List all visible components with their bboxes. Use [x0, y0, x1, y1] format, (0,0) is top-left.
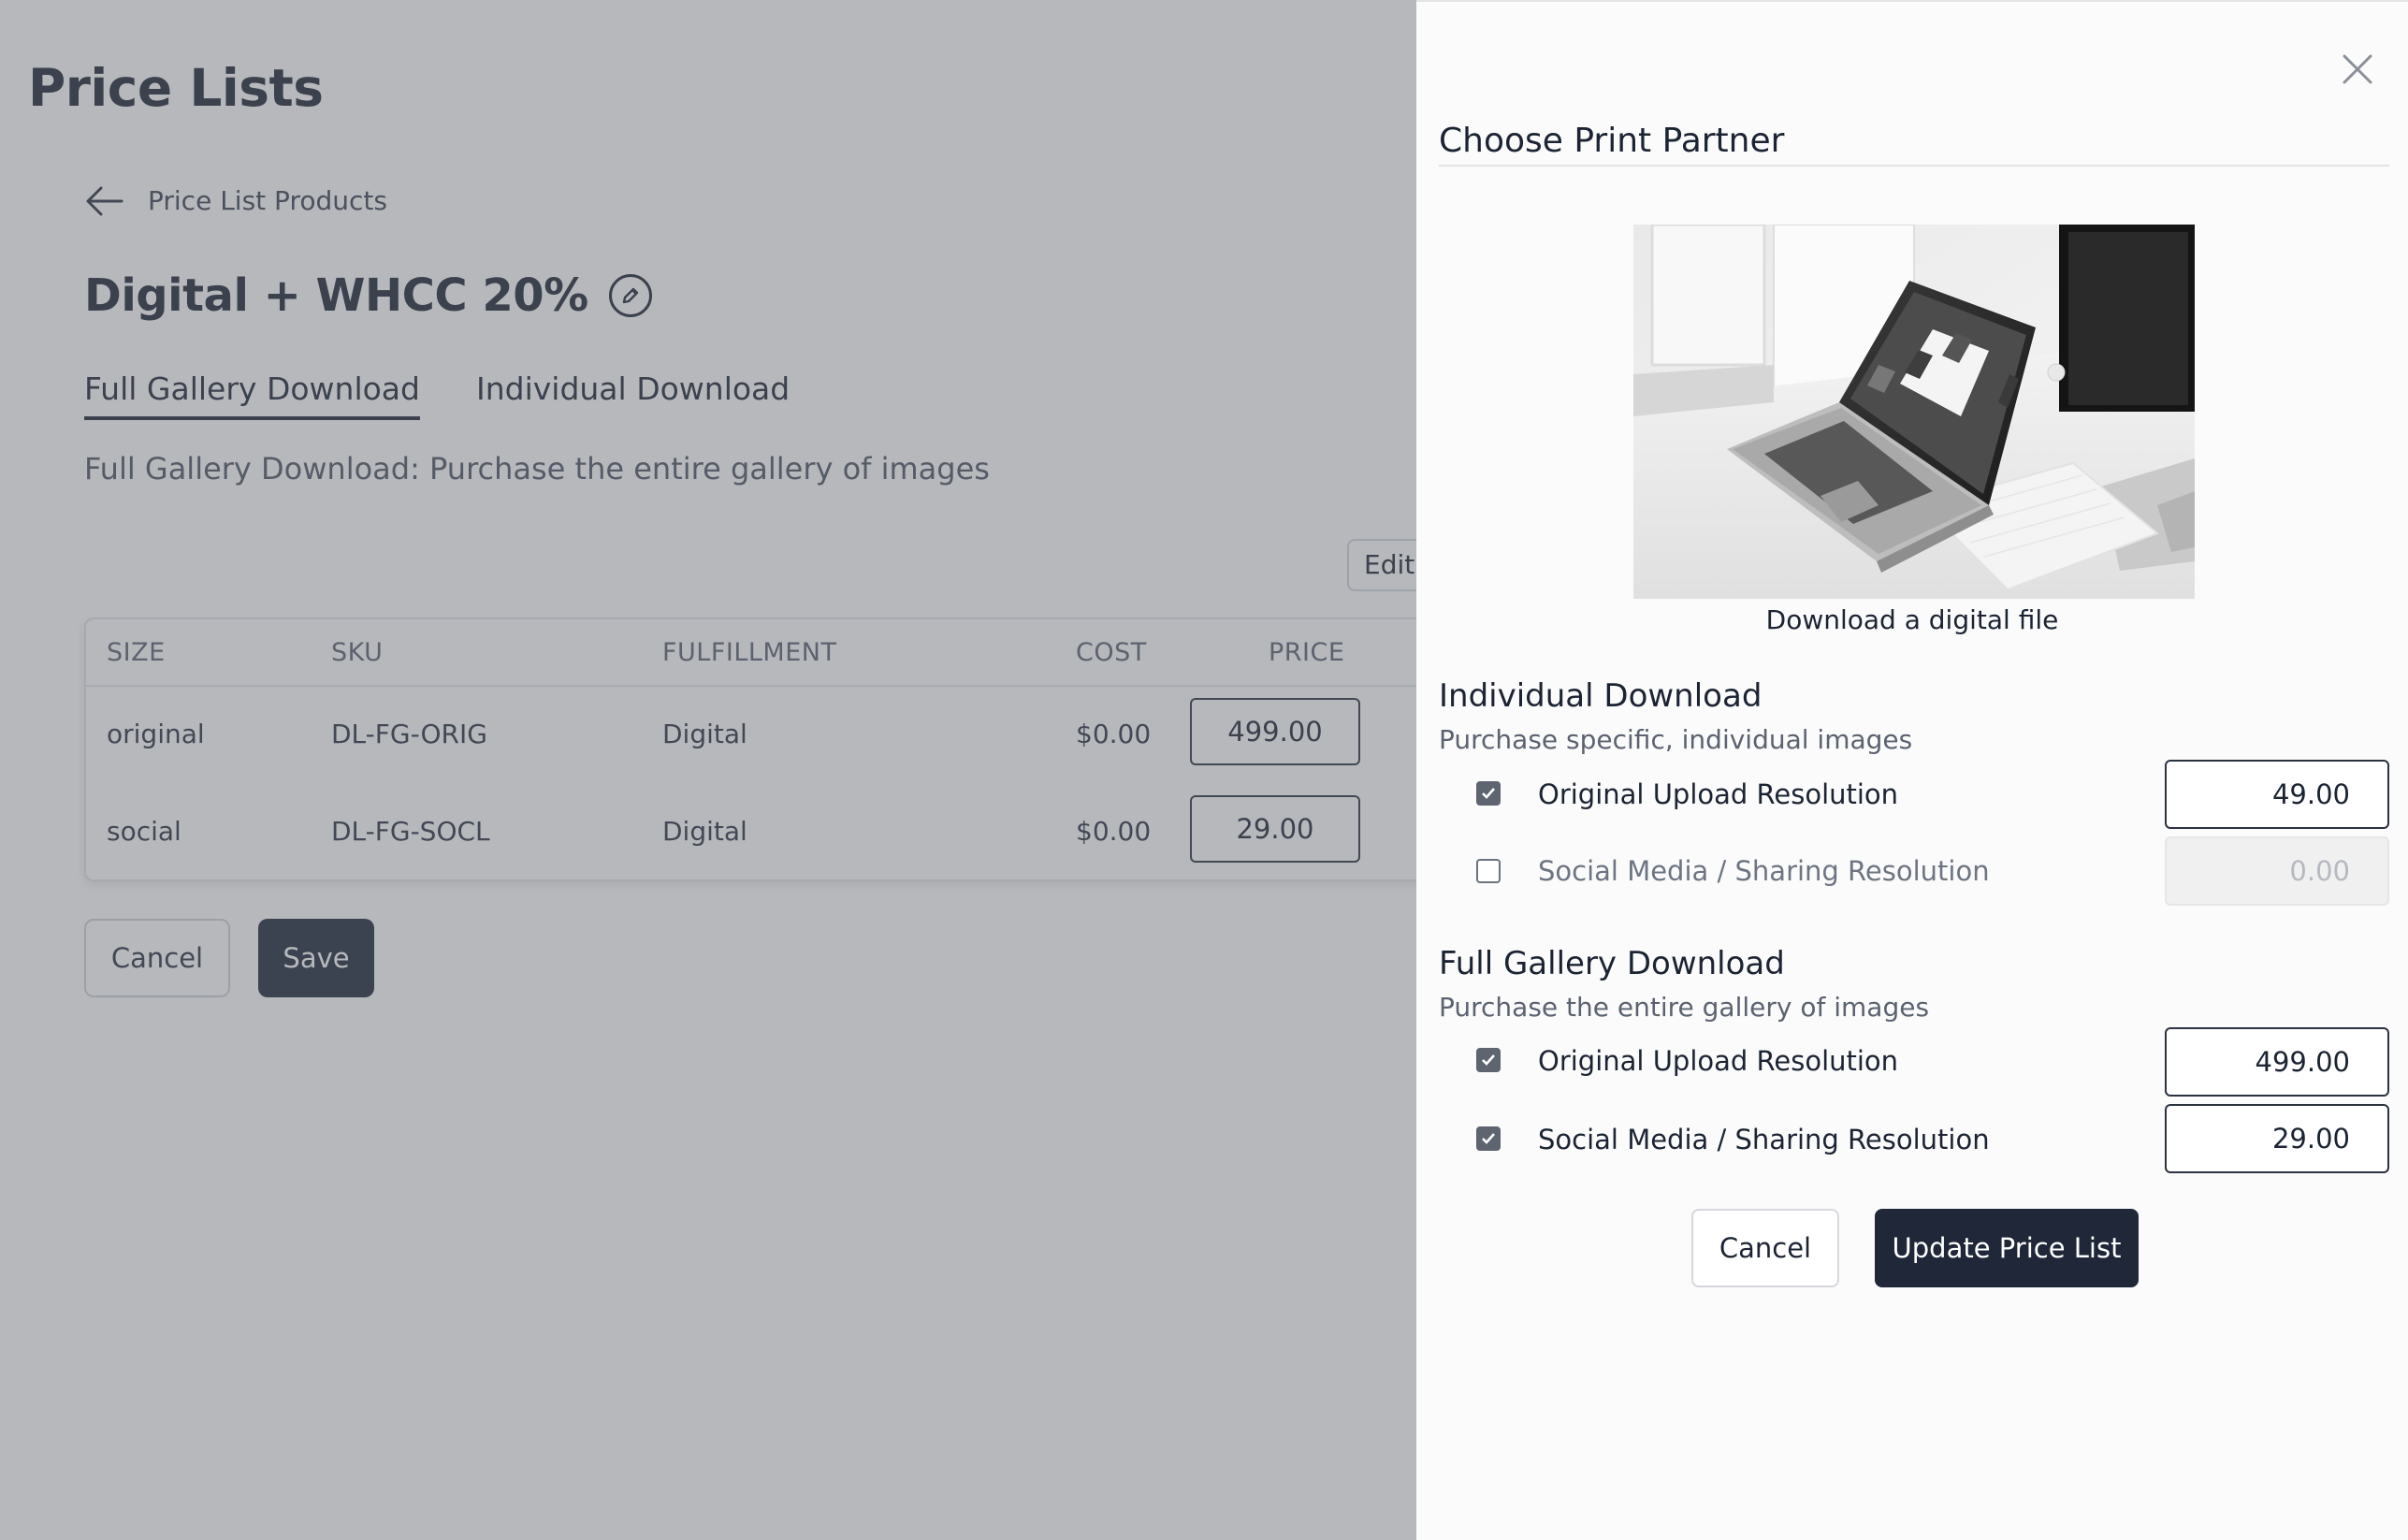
option-label: Original Upload Resolution [1538, 1045, 1899, 1077]
checkmark-icon [1482, 1054, 1495, 1066]
option-label: Social Media / Sharing Resolution [1538, 1124, 1990, 1155]
section-subtitle-full-gallery: Purchase the entire gallery of images [1439, 992, 1930, 1023]
checkmark-icon [1482, 788, 1495, 799]
panel-cancel-button[interactable]: Cancel [1691, 1209, 1839, 1287]
checkbox-individual-original[interactable] [1476, 781, 1501, 806]
print-partner-panel: Choose Print Partner Download a digital … [1416, 0, 2408, 1540]
section-title-full-gallery: Full Gallery Download [1439, 945, 1785, 982]
laptop-image [1633, 225, 2195, 599]
image-caption: Download a digital file [1765, 604, 2059, 635]
price-input-individual-original[interactable]: 49.00 [2165, 760, 2389, 829]
checkbox-individual-social[interactable] [1476, 859, 1501, 883]
option-label: Original Upload Resolution [1538, 778, 1899, 810]
section-subtitle-individual: Purchase specific, individual images [1439, 724, 1913, 755]
panel-title: Choose Print Partner [1439, 122, 1785, 160]
modal-backdrop[interactable] [0, 0, 1416, 1540]
price-input-gallery-social[interactable]: 29.00 [2165, 1104, 2389, 1173]
checkbox-gallery-social[interactable] [1476, 1126, 1501, 1151]
page: Price Lists Price List Products Digital … [0, 0, 2408, 1540]
price-input-gallery-original[interactable]: 499.00 [2165, 1027, 2389, 1097]
section-title-individual: Individual Download [1439, 677, 1762, 715]
checkbox-gallery-original[interactable] [1476, 1048, 1501, 1072]
checkmark-icon [1482, 1133, 1495, 1144]
close-icon[interactable] [2341, 52, 2374, 86]
option-label: Social Media / Sharing Resolution [1538, 855, 1990, 887]
update-price-list-button[interactable]: Update Price List [1875, 1209, 2139, 1287]
price-input-individual-social: 0.00 [2165, 836, 2389, 906]
price-list-page: Price Lists Price List Products Digital … [0, 0, 1416, 1540]
panel-divider [1439, 165, 2389, 167]
